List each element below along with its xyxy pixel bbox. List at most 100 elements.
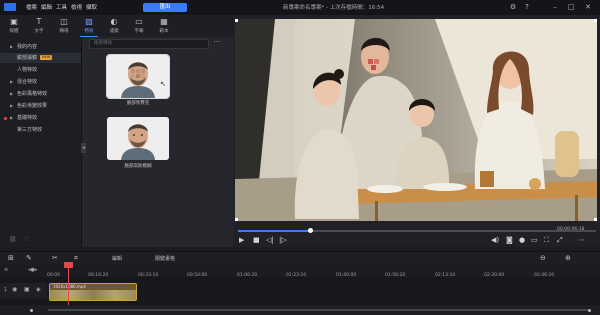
- track-header: 1 ◉ ▣ ◈: [0, 283, 47, 299]
- crop-icon[interactable]: ⌗: [74, 253, 78, 263]
- expand-arrow-icon: ▶: [10, 103, 14, 108]
- video-preview[interactable]: [235, 19, 597, 221]
- crop-handle[interactable]: [235, 218, 238, 221]
- category-people-effects[interactable]: 人物特效: [0, 65, 81, 75]
- category-blend-effects[interactable]: ▶ 混合特效: [0, 77, 81, 87]
- category-color-gradient[interactable]: ▶ 色彩漸變效果: [0, 101, 81, 111]
- effect-label-face-mosaic: 臉部馬賽克: [126, 101, 150, 106]
- zoom-handle-right[interactable]: [588, 309, 591, 312]
- snapshot-icon[interactable]: ◙: [506, 235, 513, 245]
- tool-media[interactable]: ▣ 媒體: [3, 16, 25, 36]
- expand-arrow-icon: ▶: [10, 44, 14, 49]
- scroll-track[interactable]: [48, 309, 588, 311]
- settings-icon[interactable]: ⚙: [508, 2, 518, 12]
- menu-tools[interactable]: 工具: [56, 3, 67, 11]
- volume-icon[interactable]: ◀): [491, 235, 499, 245]
- category-basic-effects[interactable]: ▶ 基礎特效: [0, 113, 81, 123]
- record-icon[interactable]: ●: [519, 235, 525, 245]
- new-badge: NEW: [40, 55, 53, 60]
- lock-icon[interactable]: ▣: [24, 286, 30, 293]
- clip-filmstrip: [50, 290, 136, 300]
- template-icon: ▦: [160, 17, 168, 26]
- crop-handle[interactable]: [594, 218, 597, 221]
- face-mosaic-thumbnail: ↖: [107, 55, 169, 98]
- timeline-track-area: 1 ◉ ▣ ◈ 1920x1080.mp4: [0, 277, 600, 305]
- next-frame-icon[interactable]: |▷: [279, 235, 287, 245]
- family-picnic-frame: [235, 19, 597, 221]
- zoom-in-icon[interactable]: ⊕: [565, 253, 571, 263]
- category-face-filter[interactable]: 臉部濾鏡 NEW: [0, 53, 81, 63]
- eye-icon[interactable]: ◉: [12, 286, 17, 293]
- svg-text:↖: ↖: [160, 80, 166, 88]
- stop-icon[interactable]: ■: [253, 235, 260, 245]
- tool-effects[interactable]: ▨ 特效: [78, 16, 100, 37]
- playback-scrubber[interactable]: [238, 228, 596, 233]
- zoom-handle-left[interactable]: [30, 309, 33, 312]
- effect-search-input[interactable]: 搜尋特效: [89, 39, 209, 49]
- edit-button[interactable]: 編輯: [112, 255, 122, 262]
- subtitle-icon: ▭: [135, 17, 143, 26]
- help-icon[interactable]: ?: [522, 2, 532, 12]
- ratio-icon[interactable]: ▭: [531, 235, 538, 245]
- timeline-toolbar: ⊞ ✎ ✂ ⌗ 編輯 關鍵畫格 ⊖ ⊕: [0, 251, 600, 265]
- transition-icon: ◫: [60, 17, 68, 26]
- zoom-out-icon[interactable]: ⊖: [540, 253, 546, 263]
- menu-bar: 檔案 編輯 工具 檢視 擷取 匯出 新專案命名專案* - 上次存檔時間：16:5…: [0, 0, 600, 15]
- crop-handle[interactable]: [235, 19, 238, 22]
- more-icon[interactable]: ⋯: [578, 235, 585, 245]
- category-color-style[interactable]: ▶ 色彩風格特效: [0, 89, 81, 99]
- link-icon[interactable]: ⛓: [9, 236, 17, 243]
- tool-filter[interactable]: ◐ 濾鏡: [103, 16, 125, 36]
- effect-label-face-blur: 臉部高斯模糊: [124, 164, 152, 169]
- preview-panel: 00:00:06:18 ▶ ■ ◁| |▷ ◀) ◙ ● ▭ ⛶ ⤢ ⋯: [233, 15, 600, 247]
- close-icon[interactable]: ✕: [583, 2, 593, 12]
- menu-file[interactable]: 檔案: [26, 3, 37, 11]
- export-button[interactable]: 匯出: [143, 3, 187, 12]
- current-timecode: 00:00:06:18: [557, 227, 585, 232]
- menu-capture[interactable]: 擷取: [86, 3, 97, 11]
- maximize-icon[interactable]: □: [566, 2, 576, 12]
- timeline-ruler[interactable]: ≡ ◂●▸ 00:00 00:16:20 00:33:10 00:50:00 0…: [0, 265, 600, 278]
- tool-transition[interactable]: ◫ 轉場: [53, 16, 75, 36]
- track-view-icon[interactable]: ≡: [4, 267, 8, 273]
- add-track-icon[interactable]: ⊞: [8, 253, 14, 263]
- collapse-panel-icon[interactable]: ◂: [81, 143, 86, 153]
- snap-icon[interactable]: ◂●▸: [28, 267, 37, 273]
- favorite-icon[interactable]: ♡: [24, 236, 29, 243]
- fit-screen-icon[interactable]: ⛶: [544, 235, 549, 245]
- app-logo: [4, 3, 16, 11]
- menu-view[interactable]: 檢視: [71, 3, 82, 11]
- split-icon[interactable]: ✂: [52, 253, 58, 263]
- fullscreen-icon[interactable]: ⤢: [557, 235, 563, 245]
- menu-edit[interactable]: 編輯: [41, 3, 52, 11]
- more-options-icon[interactable]: ···: [212, 39, 222, 48]
- tool-subtitle[interactable]: ▭ 字幕: [128, 16, 150, 36]
- window-title: 新專案命名專案* - 上次存檔時間：16:54: [283, 5, 385, 11]
- effect-thumb-face-mosaic[interactable]: ↖: [106, 54, 170, 99]
- text-icon: T: [36, 17, 42, 26]
- filter-icon: ◐: [110, 17, 118, 26]
- category-third-party[interactable]: 第三方特效: [0, 125, 81, 135]
- keyframes-button[interactable]: 關鍵畫格: [155, 255, 175, 262]
- previous-frame-icon[interactable]: ◁|: [266, 235, 274, 245]
- tool-text[interactable]: T 文字: [28, 16, 50, 36]
- expand-arrow-icon: ▶: [10, 115, 14, 120]
- expand-arrow-icon: ▶: [10, 91, 14, 96]
- media-toolbar: ▣ 媒體 T 文字 ◫ 轉場 ▨ 特效 ◐ 濾鏡 ▭ 字幕 ▦ 範本: [0, 15, 232, 37]
- scrubber-knob[interactable]: [308, 228, 313, 233]
- new-dot-icon: [4, 117, 7, 120]
- playhead[interactable]: [68, 262, 69, 306]
- media-icon: ▣: [10, 17, 18, 26]
- draw-icon[interactable]: ✎: [26, 253, 32, 263]
- crop-handle[interactable]: [594, 19, 597, 22]
- effect-thumb-face-blur[interactable]: [107, 117, 169, 160]
- expand-arrow-icon: ▶: [10, 79, 14, 84]
- clip-label: 1920x1080.mp4: [53, 284, 86, 289]
- timeline-scrollbar[interactable]: [0, 305, 600, 315]
- video-clip[interactable]: 1920x1080.mp4: [49, 283, 137, 301]
- minimize-icon[interactable]: –: [550, 2, 560, 12]
- mute-icon[interactable]: ◈: [36, 286, 41, 293]
- category-my-content[interactable]: ▶ 我的內容: [0, 42, 81, 52]
- tool-template[interactable]: ▦ 範本: [153, 16, 175, 36]
- play-icon[interactable]: ▶: [239, 235, 244, 245]
